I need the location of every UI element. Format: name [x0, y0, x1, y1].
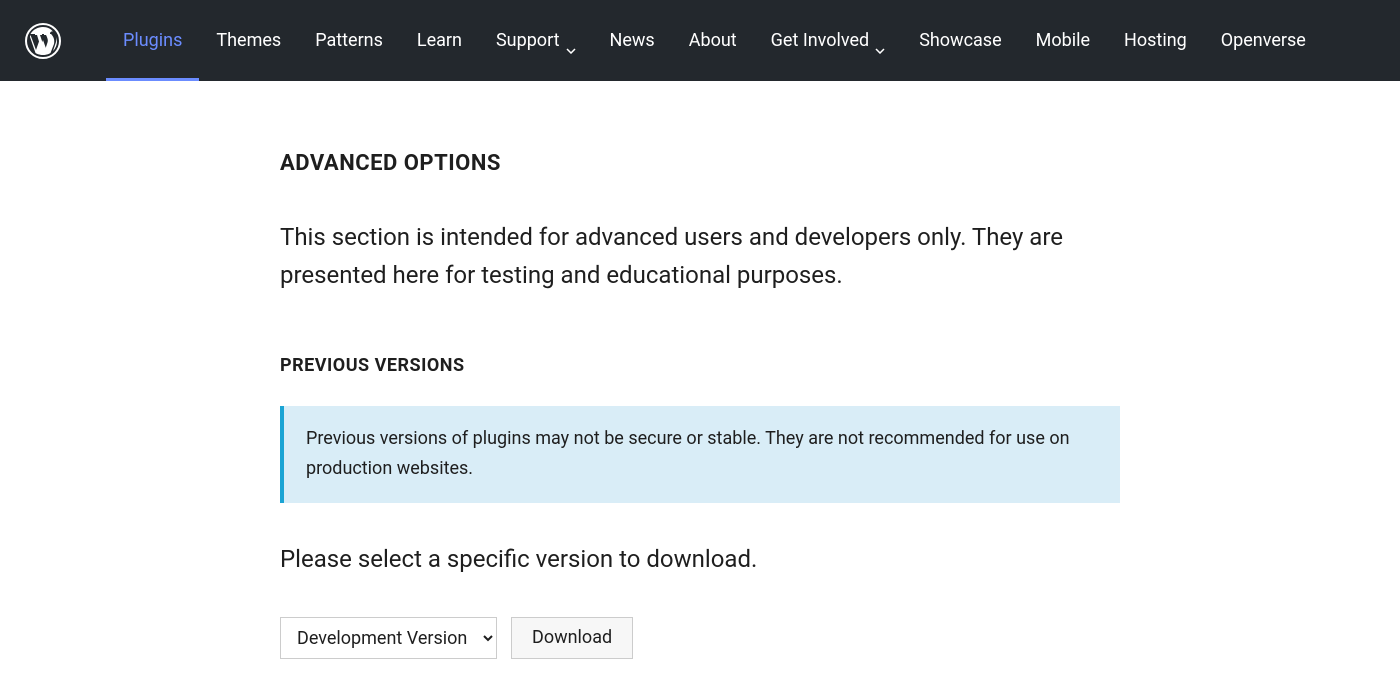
- nav-item-about[interactable]: About: [672, 0, 754, 81]
- main-content: ADVANCED OPTIONS This section is intende…: [280, 81, 1120, 699]
- nav-item-label: Patterns: [315, 30, 383, 51]
- nav-item-openverse[interactable]: Openverse: [1204, 0, 1323, 81]
- chevron-down-icon: [875, 38, 885, 44]
- nav-item-news[interactable]: News: [593, 0, 672, 81]
- nav-item-patterns[interactable]: Patterns: [298, 0, 400, 81]
- nav-item-label: Learn: [417, 30, 462, 51]
- nav-item-label: Support: [496, 30, 560, 51]
- nav-item-label: Openverse: [1221, 30, 1306, 51]
- nav-item-plugins[interactable]: Plugins: [106, 0, 199, 81]
- download-button[interactable]: Download: [511, 617, 633, 659]
- version-select[interactable]: Development Version: [280, 617, 497, 659]
- nav-item-mobile[interactable]: Mobile: [1019, 0, 1107, 81]
- instruction-text: Please select a specific version to down…: [280, 541, 1120, 577]
- section-heading: ADVANCED OPTIONS: [280, 151, 1120, 176]
- nav-item-label: Themes: [216, 30, 281, 51]
- nav-item-showcase[interactable]: Showcase: [902, 0, 1018, 81]
- nav-item-label: About: [689, 30, 737, 51]
- nav-item-hosting[interactable]: Hosting: [1107, 0, 1204, 81]
- download-row: Development Version Download: [280, 617, 1120, 659]
- section-description: This section is intended for advanced us…: [280, 218, 1120, 295]
- top-navigation: Plugins Themes Patterns Learn Support Ne…: [0, 0, 1400, 81]
- nav-item-label: Mobile: [1036, 30, 1090, 51]
- nav-item-label: Hosting: [1124, 30, 1187, 51]
- notice-text: Previous versions of plugins may not be …: [306, 424, 1098, 485]
- nav-item-themes[interactable]: Themes: [199, 0, 298, 81]
- subsection-heading: PREVIOUS VERSIONS: [280, 355, 1120, 376]
- nav-item-get-involved[interactable]: Get Involved: [754, 0, 903, 81]
- warning-notice: Previous versions of plugins may not be …: [280, 406, 1120, 503]
- nav-item-label: Plugins: [123, 30, 182, 51]
- nav-item-label: Showcase: [919, 30, 1001, 51]
- nav-item-support[interactable]: Support: [479, 0, 593, 81]
- nav-items-container: Plugins Themes Patterns Learn Support Ne…: [106, 0, 1323, 81]
- chevron-down-icon: [566, 38, 576, 44]
- nav-item-label: News: [610, 30, 655, 51]
- nav-item-label: Get Involved: [771, 30, 870, 51]
- wordpress-logo-icon[interactable]: [25, 23, 61, 59]
- nav-item-learn[interactable]: Learn: [400, 0, 479, 81]
